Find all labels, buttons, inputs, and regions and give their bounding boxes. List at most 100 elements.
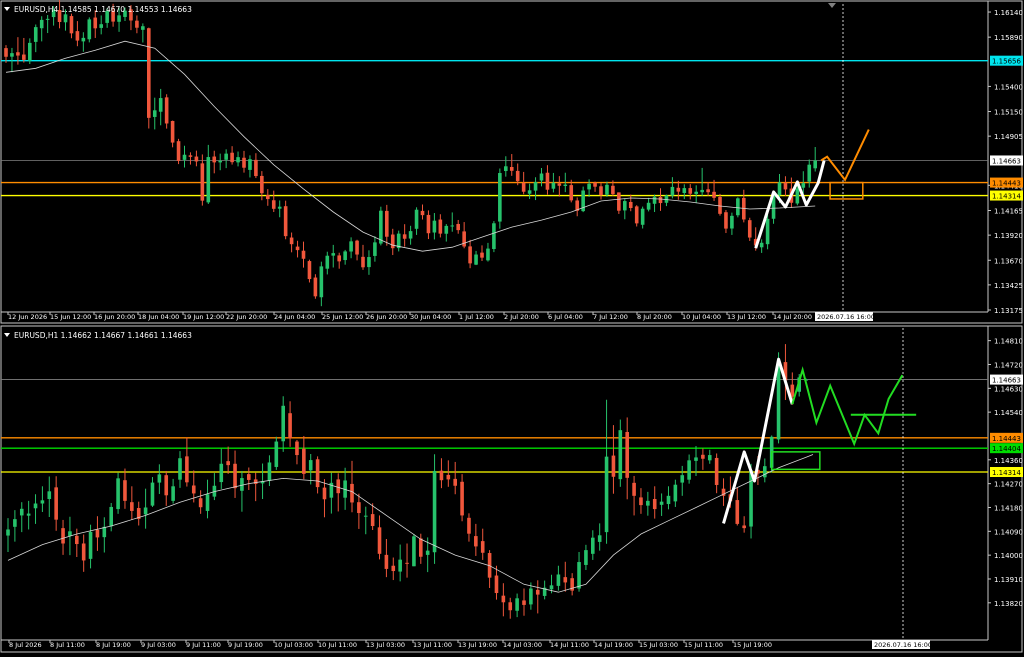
h1-candle-body <box>205 494 210 511</box>
h4-candle-body <box>670 186 675 196</box>
h4-candle-body <box>813 160 817 169</box>
h4-candle-body <box>349 241 353 252</box>
h1-price-tag-label: 1.14314 <box>992 469 1021 477</box>
h1-candle-body <box>26 513 31 516</box>
h4-candle-body <box>331 253 336 256</box>
h1-candle-body <box>419 538 423 557</box>
h4-time-tick-label: 18 Jun 04:00 <box>138 313 179 321</box>
h4-candle-body <box>724 212 728 229</box>
h4-candle-body <box>509 166 514 171</box>
h4-candle-body <box>248 159 252 170</box>
h1-candle-body <box>639 497 643 506</box>
h4-price-tick-label: 1.13670 <box>994 257 1023 265</box>
h4-candle-body <box>355 240 359 255</box>
h1-candle-body <box>687 460 691 480</box>
h1-candle-body <box>611 455 616 477</box>
h1-candle-body <box>143 507 148 515</box>
h4-candle-body <box>373 242 377 256</box>
h1-time-tick-label: 14 Jul 03:00 <box>503 641 542 649</box>
h1-time-tick-label: 10 Jul 11:00 <box>318 641 357 649</box>
h4-candle-body <box>188 155 193 157</box>
h1-candle-body <box>501 595 506 603</box>
h4-candle-body <box>611 185 615 195</box>
h1-candle-body <box>350 483 354 503</box>
h1-price-tick-label: 1.14270 <box>994 481 1023 489</box>
h1-candle-body <box>95 529 100 538</box>
h4-price-tag-label: 1.14314 <box>992 193 1021 201</box>
h1-candle-body <box>47 491 52 500</box>
h4-candle-body <box>628 201 633 208</box>
h1-candle-body <box>549 585 554 590</box>
h4-candle-body <box>539 173 544 181</box>
h1-candle-body <box>625 432 629 478</box>
h4-candle-body <box>468 246 472 264</box>
h1-candle-body <box>701 454 705 459</box>
h1-candle-body <box>439 470 444 481</box>
h1-price-tick-label: 1.14090 <box>994 528 1023 536</box>
h4-candle-body <box>712 191 716 198</box>
h4-candle-body <box>93 17 98 29</box>
h1-candle-body <box>591 537 595 554</box>
h1-candle-body <box>425 550 430 555</box>
h4-candle-body <box>521 182 526 192</box>
h4-candle-body <box>254 159 258 177</box>
h4-candle-body <box>652 196 657 204</box>
h4-candle-body <box>135 20 139 28</box>
h1-candle-body <box>198 498 203 508</box>
h4-candle-body <box>236 157 240 163</box>
h4-candle-body <box>456 223 460 231</box>
h1-candle-body <box>494 575 499 594</box>
h1-time-tick-label: 15 Jul 03:00 <box>639 641 678 649</box>
h4-candle-body <box>194 156 199 162</box>
h4-time-axis: 12 Jun 2026 15 Jun 12:00 16 Jun 20:00 18 Ju… <box>7 312 875 321</box>
h4-candle-body <box>379 210 383 244</box>
h1-candle-body <box>618 430 623 480</box>
h1-time-tick-label: 9 Jul 11:00 <box>186 641 221 649</box>
h1-price-tick-label: 1.14720 <box>994 361 1023 369</box>
h4-candle-body <box>414 209 419 229</box>
h4-candle-body <box>16 52 20 56</box>
h1-candle-body <box>102 526 107 538</box>
h4-price-tag-label: 1.14443 <box>992 180 1021 188</box>
h1-price-tick-label: 1.14630 <box>994 385 1023 393</box>
h4-candle-body <box>432 220 437 233</box>
h1-candle-body <box>597 535 602 542</box>
h4-time-tick-label: 26 Jun 20:00 <box>366 313 407 321</box>
h1-time-tick-label: 13 Jul 19:00 <box>458 641 497 649</box>
h4-candle-body <box>295 246 300 251</box>
h1-price-tag-label: 1.14404 <box>992 445 1021 453</box>
h1-candle-body <box>253 479 258 484</box>
h1-price-tick-label: 1.13910 <box>994 576 1023 584</box>
h4-candle-body <box>623 201 627 211</box>
h1-candle-body <box>460 481 464 516</box>
h1-candle-body <box>295 441 299 456</box>
h1-candle-body <box>363 515 368 517</box>
h4-candle-body <box>759 242 764 248</box>
h4-candle-body <box>783 182 788 190</box>
h4-candle-body <box>206 157 211 203</box>
h1-price-tick-label: 1.14540 <box>994 409 1023 417</box>
h4-price-tick-label: 1.16140 <box>994 9 1023 17</box>
h4-candle-body <box>438 219 443 234</box>
h4-candle-body <box>747 220 752 238</box>
h1-candle-body <box>694 457 698 461</box>
h4-candle-body <box>10 53 14 57</box>
h1-candle-body <box>405 562 409 564</box>
h1-candle-body <box>288 413 292 439</box>
h4-candle-body <box>45 18 50 20</box>
h4-candle-body <box>4 48 8 57</box>
h1-time-tick-label: 15 Jul 19:00 <box>733 641 772 649</box>
h1-candle-body <box>302 448 306 474</box>
h4-chart-header: EURUSD,H4 1.14585 1.14670 1.14553 1.1466… <box>14 5 192 14</box>
h4-time-tick-label: 1 Jul 12:00 <box>459 313 494 321</box>
h4-price-tick-label: 1.14905 <box>994 133 1023 141</box>
h4-candle-body <box>319 266 324 298</box>
h1-candle-body <box>308 460 313 471</box>
h4-candle-body <box>301 250 306 259</box>
h1-time-tick-label: 8 Jul 19:00 <box>96 641 131 649</box>
h1-time-tick-label: 10 Jul 03:00 <box>274 641 313 649</box>
h1-candle-body <box>274 441 279 467</box>
h4-candle-body <box>218 160 222 163</box>
h4-candle-body <box>807 164 812 182</box>
h1-candle-body <box>453 478 457 486</box>
